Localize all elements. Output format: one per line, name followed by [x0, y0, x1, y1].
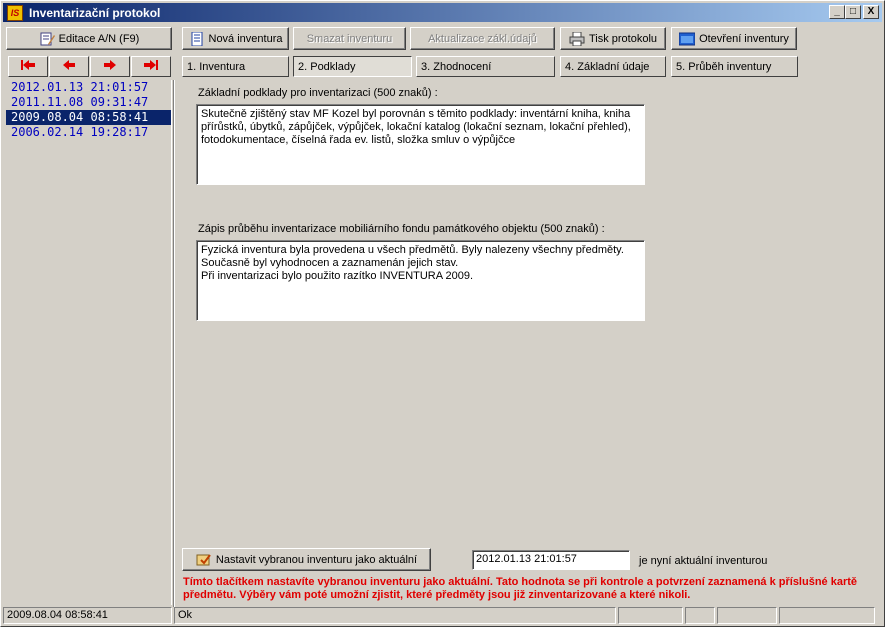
- right-arrow-icon: [101, 59, 119, 74]
- document-icon: [189, 31, 205, 46]
- first-arrow-icon: [19, 59, 37, 74]
- app-icon: IS: [7, 4, 23, 21]
- window-icon: [678, 32, 696, 46]
- status-date: 2009.08.04 08:58:41: [3, 607, 172, 624]
- status-cell-empty: [618, 607, 683, 624]
- left-arrow-icon: [60, 59, 78, 74]
- tab-zhodnoceni[interactable]: 3. Zhodnocení: [416, 56, 555, 77]
- current-inventory-field[interactable]: 2012.01.13 21:01:57: [472, 550, 630, 570]
- update-basic-data-button[interactable]: Aktualizace zákl.údajů: [410, 27, 555, 50]
- tab-inventura[interactable]: 1. Inventura: [182, 56, 289, 77]
- edit-button[interactable]: Editace A/N (F9): [6, 27, 172, 50]
- list-item[interactable]: 2006.02.14 19:28:17: [6, 125, 171, 140]
- next-record-button[interactable]: [90, 56, 130, 77]
- close-button[interactable]: X: [863, 5, 879, 19]
- maximize-button[interactable]: □: [845, 5, 861, 19]
- print-protocol-button[interactable]: Tisk protokolu: [560, 27, 666, 50]
- printer-icon: [569, 31, 585, 46]
- podklady-textarea[interactable]: Skutečně zjištěný stav MF Kozel byl poro…: [196, 104, 645, 185]
- podklady-label: Základní podklady pro inventarizaci (500…: [198, 87, 438, 99]
- main-window: IS Inventarizační protokol _ □ X Editace…: [0, 0, 885, 627]
- tab-label: 4. Základní údaje: [565, 60, 650, 73]
- set-current-inventory-button[interactable]: Nastavit vybranou inventuru jako aktuáln…: [182, 548, 431, 571]
- list-item[interactable]: 2012.01.13 21:01:57: [6, 80, 171, 95]
- list-item[interactable]: 2011.11.08 09:31:47: [6, 95, 171, 110]
- open-inventory-button[interactable]: Otevření inventury: [671, 27, 797, 50]
- current-inventory-suffix: je nyní aktuální inventurou: [639, 555, 768, 567]
- previous-record-button[interactable]: [49, 56, 89, 77]
- edit-button-label: Editace A/N (F9): [58, 32, 140, 45]
- status-message: Ok: [174, 607, 616, 624]
- panel-divider: [173, 80, 175, 607]
- window-title: Inventarizační protokol: [29, 5, 161, 20]
- tab-label: 1. Inventura: [187, 60, 246, 73]
- last-record-button[interactable]: [131, 56, 171, 77]
- inventory-date-list[interactable]: 2012.01.13 21:01:57 2011.11.08 09:31:47 …: [6, 80, 172, 605]
- tab-prubeh-inventury[interactable]: 5. Průběh inventury: [671, 56, 798, 77]
- status-bar: 2009.08.04 08:58:41 Ok: [3, 607, 882, 625]
- set-current-label: Nastavit vybranou inventuru jako aktuáln…: [215, 553, 418, 566]
- prubeh-textarea[interactable]: Fyzická inventura byla provedena u všech…: [196, 240, 645, 321]
- tab-label: 2. Podklady: [298, 60, 356, 73]
- list-item-selected[interactable]: 2009.08.04 08:58:41: [6, 110, 171, 125]
- tab-label: 3. Zhodnocení: [421, 60, 492, 73]
- last-arrow-icon: [142, 59, 160, 74]
- delete-inventory-button[interactable]: Smazat inventuru: [293, 27, 406, 50]
- new-inventory-label: Nová inventura: [208, 32, 283, 45]
- tab-podklady[interactable]: 2. Podklady: [293, 56, 412, 77]
- warning-message: Tímto tlačítkem nastavíte vybranou inven…: [183, 576, 858, 601]
- status-cell-empty: [685, 607, 715, 624]
- tab-label: 5. Průběh inventury: [676, 60, 772, 73]
- first-record-button[interactable]: [8, 56, 48, 77]
- status-cell-empty: [717, 607, 777, 624]
- edit-icon: [39, 32, 55, 46]
- delete-inventory-label: Smazat inventuru: [306, 32, 393, 45]
- set-current-icon: [196, 553, 212, 567]
- print-protocol-label: Tisk protokolu: [588, 32, 658, 45]
- open-inventory-label: Otevření inventury: [699, 32, 789, 45]
- status-cell-empty: [779, 607, 875, 624]
- new-inventory-button[interactable]: Nová inventura: [182, 27, 289, 50]
- title-bar[interactable]: IS Inventarizační protokol _ □ X: [3, 3, 882, 22]
- prubeh-label: Zápis průběhu inventarizace mobiliárního…: [198, 223, 605, 235]
- tab-zakladni-udaje[interactable]: 4. Základní údaje: [560, 56, 666, 77]
- minimize-button[interactable]: _: [829, 5, 845, 19]
- update-basic-data-label: Aktualizace zákl.údajů: [428, 32, 537, 45]
